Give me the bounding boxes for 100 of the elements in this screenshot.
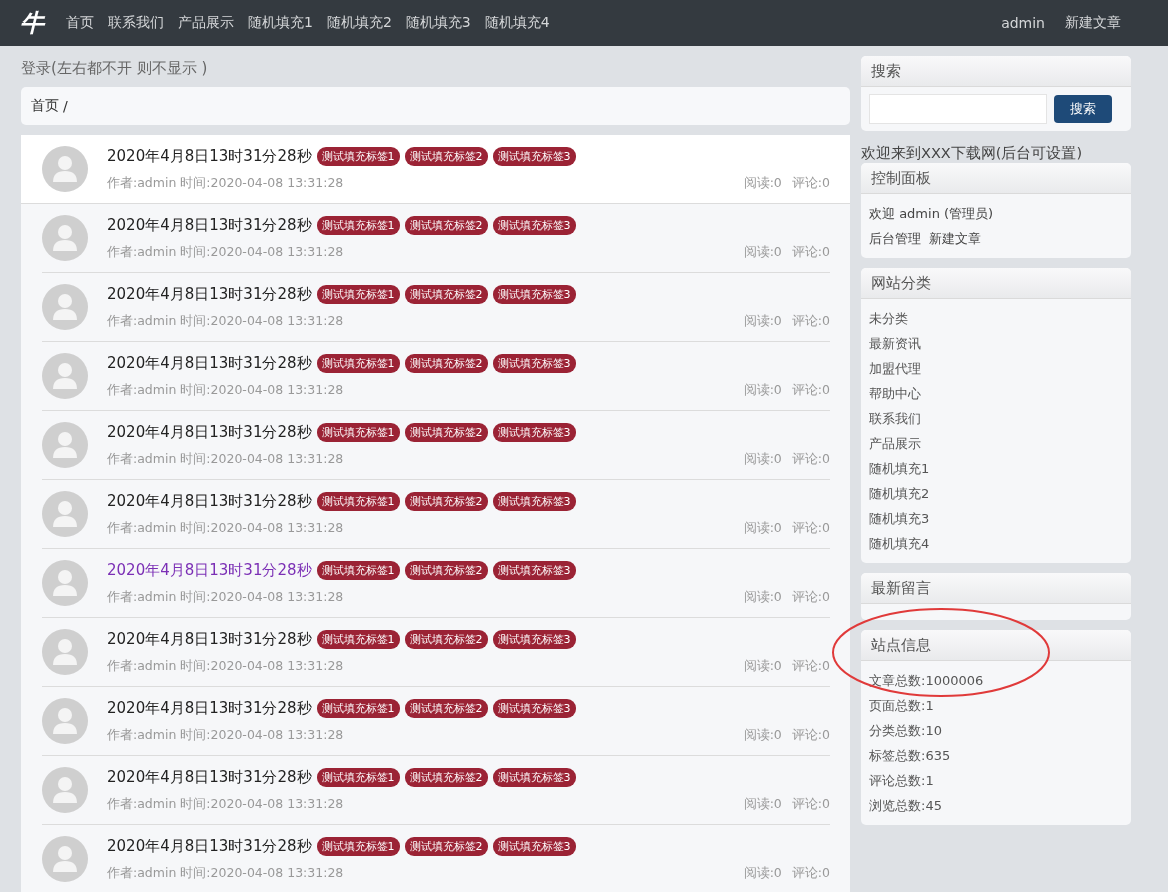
tag-link[interactable]: 测试填充标签1: [316, 215, 400, 235]
stat-text: 评论总数:1: [869, 772, 935, 790]
post-row[interactable]: 2020年4月8日13时31分28秒 测试填充标签1 测试填充标签2 测试填充标签3 作者:admin 时间:2020-04-08 13:31:28 阅读:0 评论:0: [42, 411, 830, 480]
category-link[interactable]: 随机填充3: [869, 506, 1123, 531]
read-count: 阅读:0: [743, 726, 782, 744]
category-link[interactable]: 未分类: [869, 306, 1123, 331]
post-row[interactable]: 2020年4月8日13时31分28秒 测试填充标签1 测试填充标签2 测试填充标签3 作者:admin 时间:2020-04-08 13:31:28 阅读:0 评论:0: [42, 342, 830, 411]
read-count: 阅读:0: [743, 519, 782, 537]
post-row[interactable]: 2020年4月8日13时31分28秒 测试填充标签1 测试填充标签2 测试填充标签3 作者:admin 时间:2020-04-08 13:31:28 阅读:0 评论:0: [42, 756, 830, 825]
post-title-link[interactable]: 2020年4月8日13时31分28秒: [107, 698, 312, 718]
tag-link[interactable]: 测试填充标签3: [492, 284, 576, 304]
post-title-link[interactable]: 2020年4月8日13时31分28秒: [107, 491, 312, 511]
post-row[interactable]: 2020年4月8日13时31分28秒 测试填充标签1 测试填充标签2 测试填充标签3 作者:admin 时间:2020-04-08 13:31:28 阅读:0 评论:0: [21, 135, 850, 204]
nav-link[interactable]: 产品展示: [178, 14, 234, 32]
post-title-link[interactable]: 2020年4月8日13时31分28秒: [107, 767, 312, 787]
tag-link[interactable]: 测试填充标签1: [316, 767, 400, 787]
tag-link[interactable]: 测试填充标签1: [316, 836, 400, 856]
tag-link[interactable]: 测试填充标签1: [316, 353, 400, 373]
tag-link[interactable]: 测试填充标签2: [404, 698, 488, 718]
comment-count: 评论:0: [791, 588, 830, 606]
tag-link[interactable]: 测试填充标签2: [404, 215, 488, 235]
search-button[interactable]: 搜索: [1054, 95, 1112, 123]
tag-link[interactable]: 测试填充标签2: [404, 284, 488, 304]
post-row[interactable]: 2020年4月8日13时31分28秒 测试填充标签1 测试填充标签2 测试填充标签3 作者:admin 时间:2020-04-08 13:31:28 阅读:0 评论:0: [42, 618, 830, 687]
tag-link[interactable]: 测试填充标签3: [492, 560, 576, 580]
category-link[interactable]: 联系我们: [869, 406, 1123, 431]
panel-link[interactable]: 新建文章: [929, 226, 981, 251]
site-logo[interactable]: 牛: [20, 7, 44, 39]
stat-text: 标签总数:635: [869, 747, 952, 765]
category-link[interactable]: 产品展示: [869, 431, 1123, 456]
tag-link[interactable]: 测试填充标签3: [492, 215, 576, 235]
post-row[interactable]: 2020年4月8日13时31分28秒 测试填充标签1 测试填充标签2 测试填充标签3 作者:admin 时间:2020-04-08 13:31:28 阅读:0 评论:0: [42, 687, 830, 756]
category-link[interactable]: 随机填充1: [869, 456, 1123, 481]
tag-link[interactable]: 测试填充标签2: [404, 836, 488, 856]
login-notice: 登录(左右都不开 则不显示 ): [21, 58, 209, 79]
post-title-link[interactable]: 2020年4月8日13时31分28秒: [107, 215, 312, 235]
tag-link[interactable]: 测试填充标签2: [404, 353, 488, 373]
read-count: 阅读:0: [743, 174, 782, 192]
tag-link[interactable]: 测试填充标签2: [404, 146, 488, 166]
nav-link[interactable]: 联系我们: [108, 14, 164, 32]
nav-link[interactable]: 随机填充3: [405, 14, 471, 32]
greeting-text: 欢迎 admin (管理员): [869, 205, 995, 223]
tag-link[interactable]: 测试填充标签1: [316, 560, 400, 580]
breadcrumb-link[interactable]: 首页: [31, 97, 59, 115]
tag-link[interactable]: 测试填充标签1: [316, 491, 400, 511]
avatar-icon: [42, 353, 88, 399]
avatar-icon: [42, 698, 88, 744]
avatar-icon: [42, 146, 88, 192]
tag-link[interactable]: 测试填充标签3: [492, 629, 576, 649]
read-count: 阅读:0: [743, 381, 782, 399]
nav-link[interactable]: 随机填充4: [484, 14, 550, 32]
post-title-link[interactable]: 2020年4月8日13时31分28秒: [107, 284, 312, 304]
post-row[interactable]: 2020年4月8日13时31分28秒 测试填充标签1 测试填充标签2 测试填充标签3 作者:admin 时间:2020-04-08 13:31:28 阅读:0 评论:0: [42, 204, 830, 273]
post-title-link[interactable]: 2020年4月8日13时31分28秒: [107, 629, 312, 649]
panel-link[interactable]: 后台管理: [869, 226, 921, 251]
nav-link[interactable]: 首页: [66, 14, 94, 32]
comment-count: 评论:0: [791, 795, 830, 813]
post-row[interactable]: 2020年4月8日13时31分28秒 测试填充标签1 测试填充标签2 测试填充标签3 作者:admin 时间:2020-04-08 13:31:28 阅读:0 评论:0: [42, 549, 830, 618]
nav-link[interactable]: 随机填充1: [248, 14, 313, 32]
tag-link[interactable]: 测试填充标签1: [316, 629, 400, 649]
tag-link[interactable]: 测试填充标签2: [404, 422, 488, 442]
post-title-link[interactable]: 2020年4月8日13时31分28秒: [107, 422, 312, 442]
post-title-link[interactable]: 2020年4月8日13时31分28秒: [107, 560, 312, 580]
post-title-link[interactable]: 2020年4月8日13时31分28秒: [107, 146, 312, 166]
tag-link[interactable]: 测试填充标签1: [316, 698, 400, 718]
post-row[interactable]: 2020年4月8日13时31分28秒 测试填充标签1 测试填充标签2 测试填充标签3 作者:admin 时间:2020-04-08 13:31:28 阅读:0 评论:0: [42, 825, 830, 892]
tag-link[interactable]: 测试填充标签3: [492, 767, 576, 787]
avatar-icon: [42, 491, 88, 537]
avatar-icon: [42, 767, 88, 813]
post-title-link[interactable]: 2020年4月8日13时31分28秒: [107, 353, 312, 373]
tag-link[interactable]: 测试填充标签3: [492, 491, 576, 511]
tag-link[interactable]: 测试填充标签1: [316, 422, 400, 442]
tag-link[interactable]: 测试填充标签2: [404, 629, 488, 649]
avatar-icon: [42, 422, 88, 468]
category-link[interactable]: 随机填充4: [869, 531, 1123, 556]
search-field[interactable]: [869, 94, 1047, 124]
comment-count: 评论:0: [791, 519, 830, 537]
tag-link[interactable]: 测试填充标签1: [316, 146, 400, 166]
tag-link[interactable]: 测试填充标签3: [492, 146, 576, 166]
post-row[interactable]: 2020年4月8日13时31分28秒 测试填充标签1 测试填充标签2 测试填充标签3 作者:admin 时间:2020-04-08 13:31:28 阅读:0 评论:0: [42, 480, 830, 549]
tag-link[interactable]: 测试填充标签2: [404, 560, 488, 580]
tag-link[interactable]: 测试填充标签3: [492, 836, 576, 856]
post-row[interactable]: 2020年4月8日13时31分28秒 测试填充标签1 测试填充标签2 测试填充标签3 作者:admin 时间:2020-04-08 13:31:28 阅读:0 评论:0: [42, 273, 830, 342]
card-header: 最新留言: [861, 573, 1131, 604]
tag-link[interactable]: 测试填充标签3: [492, 422, 576, 442]
tag-link[interactable]: 测试填充标签2: [404, 767, 488, 787]
category-link[interactable]: 加盟代理: [869, 356, 1123, 381]
comment-count: 评论:0: [791, 174, 830, 192]
tag-link[interactable]: 测试填充标签3: [492, 353, 576, 373]
comment-count: 评论:0: [791, 312, 830, 330]
nav-link[interactable]: 新建文章: [1065, 14, 1121, 32]
tag-link[interactable]: 测试填充标签1: [316, 284, 400, 304]
nav-link[interactable]: admin: [1001, 15, 1045, 31]
nav-link[interactable]: 随机填充2: [326, 14, 392, 32]
category-link[interactable]: 随机填充2: [869, 481, 1123, 506]
tag-link[interactable]: 测试填充标签3: [492, 698, 576, 718]
post-title-link[interactable]: 2020年4月8日13时31分28秒: [107, 836, 312, 856]
tag-link[interactable]: 测试填充标签2: [404, 491, 488, 511]
category-link[interactable]: 帮助中心: [869, 381, 1123, 406]
category-link[interactable]: 最新资讯: [869, 331, 1123, 356]
